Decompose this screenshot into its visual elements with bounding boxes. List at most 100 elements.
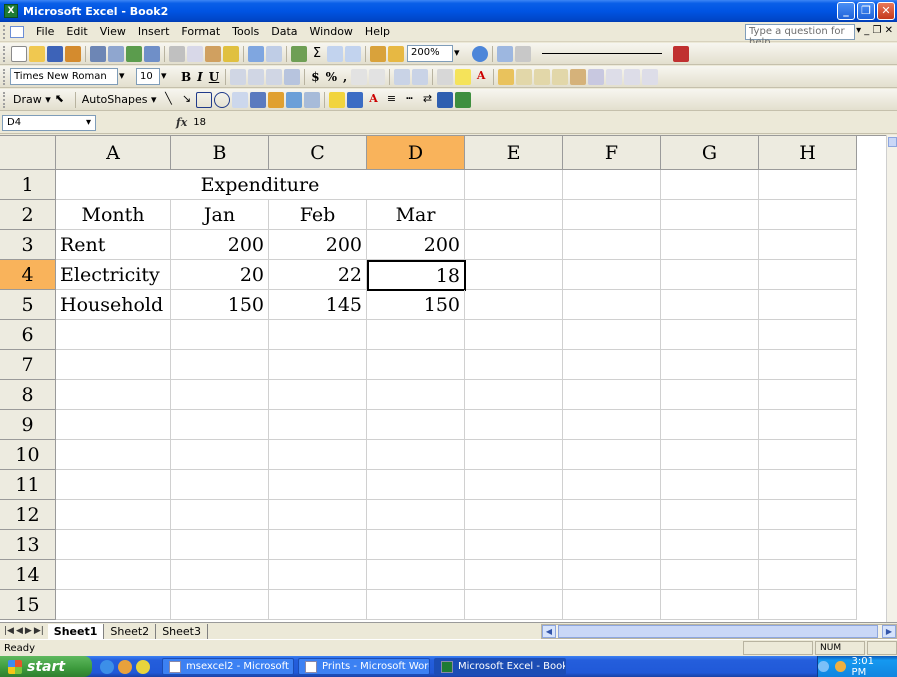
cell-empty[interactable] (563, 290, 661, 320)
redo-icon[interactable] (266, 45, 282, 62)
clock[interactable]: 3:01 PM (852, 656, 891, 677)
cell-empty[interactable] (56, 320, 171, 350)
last-sheet-icon[interactable]: ▶| (34, 626, 44, 636)
zoom-select[interactable]: 200% (407, 45, 453, 62)
cell-empty[interactable] (465, 440, 563, 470)
column-header-e[interactable]: E (465, 136, 563, 170)
3d-icon[interactable] (455, 91, 472, 108)
cell-empty[interactable] (269, 410, 367, 440)
menu-edit[interactable]: Edit (60, 25, 93, 38)
cell-empty[interactable] (563, 260, 661, 290)
cell-empty[interactable] (171, 470, 269, 500)
undo-icon[interactable] (248, 45, 264, 62)
cell-empty[interactable] (759, 560, 857, 590)
name-box[interactable]: D4 ▾ (2, 114, 96, 131)
cell-empty[interactable] (171, 350, 269, 380)
forms-icon[interactable] (497, 45, 513, 62)
spreadsheet-grid[interactable]: A B C D E F G H 1 2 3 4 5 6 7 8 9 10 11 … (0, 135, 886, 622)
cell-empty[interactable] (465, 260, 563, 290)
chart-wizard-icon[interactable] (370, 45, 386, 62)
row-header-15[interactable]: 15 (0, 590, 56, 620)
line-style-icon[interactable]: ≡ (383, 92, 399, 108)
cell-empty[interactable] (56, 410, 171, 440)
cell-empty[interactable] (171, 320, 269, 350)
horizontal-scrollbar[interactable]: ◀ ▶ (541, 624, 897, 639)
cell-empty[interactable] (563, 560, 661, 590)
end-review-icon[interactable] (642, 68, 659, 85)
menu-data[interactable]: Data (265, 25, 303, 38)
cell-empty[interactable] (563, 590, 661, 620)
help-icon[interactable] (472, 45, 488, 62)
cell-empty[interactable] (171, 560, 269, 590)
media-icon[interactable] (136, 659, 150, 674)
cell-empty[interactable] (171, 410, 269, 440)
cell-empty[interactable] (661, 440, 759, 470)
cell-empty[interactable] (367, 350, 465, 380)
restore-icon[interactable]: ❐ (857, 2, 875, 20)
wordart-icon[interactable] (250, 91, 267, 108)
increase-decimal-icon[interactable] (351, 68, 368, 85)
menu-grip[interactable] (3, 24, 7, 39)
column-header-d[interactable]: D (367, 136, 465, 170)
cell-empty[interactable] (465, 170, 563, 200)
clipart-icon[interactable] (286, 91, 303, 108)
cell-empty[interactable] (367, 440, 465, 470)
sheet-tab-2[interactable]: Sheet2 (104, 623, 157, 639)
toolbar-grip[interactable] (3, 45, 6, 62)
minimize-icon[interactable]: _ (837, 2, 855, 20)
spelling-icon[interactable] (126, 45, 142, 62)
cell-empty[interactable] (171, 380, 269, 410)
diagram-icon[interactable] (268, 91, 285, 108)
currency-button[interactable]: $ (311, 70, 319, 84)
cell-empty[interactable] (56, 560, 171, 590)
increase-indent-icon[interactable] (412, 68, 429, 85)
cell-empty[interactable] (269, 350, 367, 380)
row-header-7[interactable]: 7 (0, 350, 56, 380)
start-button[interactable]: start (0, 656, 92, 677)
rectangle-icon[interactable] (196, 91, 213, 108)
font-color-draw-icon[interactable]: A (365, 92, 381, 108)
cell-b3[interactable]: 200 (171, 230, 269, 260)
cell-empty[interactable] (661, 230, 759, 260)
menu-file[interactable]: File (30, 25, 60, 38)
arrow-icon[interactable]: ↘ (178, 92, 194, 108)
cell-empty[interactable] (465, 590, 563, 620)
open-icon[interactable] (29, 45, 45, 62)
italic-button[interactable]: I (197, 70, 203, 84)
menu-view[interactable]: View (94, 25, 132, 38)
scroll-right-icon[interactable]: ▶ (882, 625, 896, 638)
toolbar-grip[interactable] (3, 91, 6, 108)
autosum-icon[interactable]: Σ (309, 46, 325, 62)
paste-icon[interactable] (205, 45, 221, 62)
cell-empty[interactable] (367, 530, 465, 560)
cell-empty[interactable] (465, 410, 563, 440)
arrow-style-icon[interactable]: ⇄ (419, 92, 435, 108)
column-header-a[interactable]: A (56, 136, 171, 170)
cell-empty[interactable] (367, 560, 465, 590)
column-header-c[interactable]: C (269, 136, 367, 170)
help-search-input[interactable]: Type a question for help (745, 24, 855, 48)
cell-empty[interactable] (759, 440, 857, 470)
row-header-11[interactable]: 11 (0, 470, 56, 500)
next-sheet-icon[interactable]: ▶ (25, 626, 32, 636)
row-header-9[interactable]: 9 (0, 410, 56, 440)
cell-empty[interactable] (563, 500, 661, 530)
cell-empty[interactable] (563, 230, 661, 260)
row-header-13[interactable]: 13 (0, 530, 56, 560)
line-color-icon[interactable] (673, 45, 689, 62)
cell-empty[interactable] (661, 380, 759, 410)
cell-empty[interactable] (563, 350, 661, 380)
taskbar-item-excel[interactable]: Microsoft Excel - Book2 (434, 658, 566, 675)
show-comment-icon[interactable] (570, 68, 587, 85)
cell-c5[interactable]: 145 (269, 290, 367, 320)
cell-empty[interactable] (56, 500, 171, 530)
print-icon[interactable] (90, 45, 106, 62)
cell-empty[interactable] (367, 380, 465, 410)
cell-empty[interactable] (56, 380, 171, 410)
font-color-icon[interactable]: A (473, 69, 489, 85)
oval-icon[interactable] (214, 91, 231, 108)
cell-empty[interactable] (759, 170, 857, 200)
cell-empty[interactable] (563, 200, 661, 230)
cell-empty[interactable] (56, 530, 171, 560)
menu-window[interactable]: Window (304, 25, 359, 38)
